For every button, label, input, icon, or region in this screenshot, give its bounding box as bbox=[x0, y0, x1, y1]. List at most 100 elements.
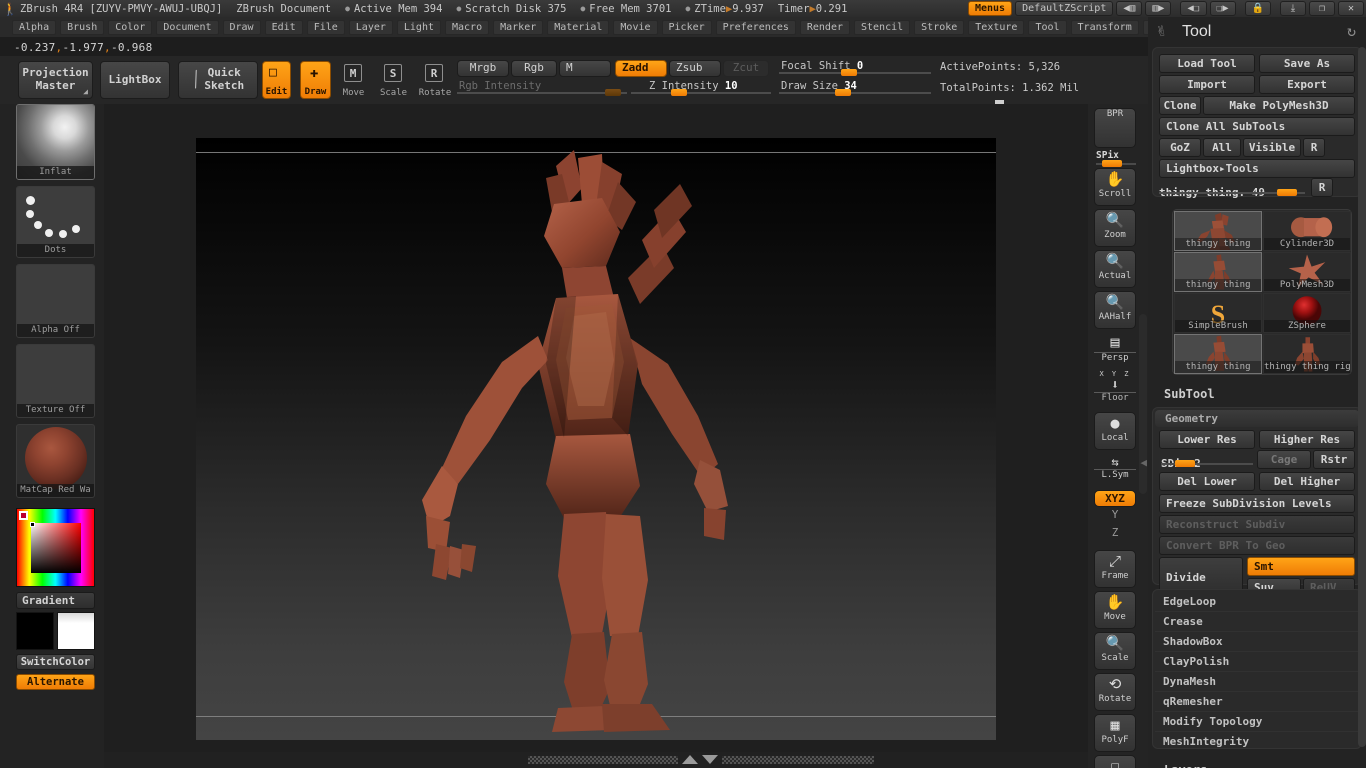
menu-item-tool[interactable]: Tool bbox=[1028, 19, 1067, 35]
zoom-button[interactable]: 🔍 Zoom bbox=[1094, 209, 1136, 247]
convert-bpr-to-geo-button[interactable]: Convert BPR To Geo bbox=[1159, 536, 1355, 555]
geometry-op-row[interactable]: qRemesher bbox=[1155, 691, 1359, 711]
geometry-op-row[interactable]: MeshIntegrity bbox=[1155, 731, 1359, 751]
zcut-button[interactable]: Zcut bbox=[723, 60, 769, 77]
vstrip-collapse-icon[interactable]: ◀ bbox=[1140, 456, 1147, 469]
menu-item-light[interactable]: Light bbox=[396, 19, 441, 35]
color-picker-marker[interactable] bbox=[19, 511, 28, 520]
menus-button[interactable]: Menus bbox=[967, 1, 1013, 16]
load-tool-button[interactable]: Load Tool bbox=[1159, 54, 1255, 73]
clone-button[interactable]: Clone bbox=[1159, 96, 1201, 115]
canvas-viewport[interactable] bbox=[196, 138, 996, 740]
primary-color-swatch[interactable] bbox=[16, 612, 54, 650]
rgb-intensity-slider[interactable]: Rgb Intensity bbox=[457, 80, 627, 96]
gizmo-move-button[interactable]: ✋ Move bbox=[1094, 591, 1136, 629]
alternate-button[interactable]: Alternate bbox=[16, 674, 95, 690]
geometry-op-row[interactable]: Modify Topology bbox=[1155, 711, 1359, 731]
scroll-up-arrow-icon[interactable] bbox=[682, 755, 698, 764]
del-lower-button[interactable]: Del Lower bbox=[1159, 472, 1255, 491]
reconstruct-subdiv-button[interactable]: Reconstruct Subdiv bbox=[1159, 515, 1355, 534]
import-button[interactable]: Import bbox=[1159, 75, 1255, 94]
restore-icon[interactable]: ❐ bbox=[1309, 1, 1335, 16]
zadd-button[interactable]: Zadd bbox=[615, 60, 667, 77]
document-scrollbar[interactable] bbox=[104, 752, 1088, 768]
material-swatch[interactable]: MatCap Red Wa bbox=[16, 424, 95, 498]
goz-r-button[interactable]: R bbox=[1303, 138, 1325, 157]
color-picker[interactable] bbox=[16, 508, 95, 587]
z-intensity-knob[interactable] bbox=[671, 89, 687, 96]
tool-thumbnail[interactable]: thingy thing bbox=[1174, 252, 1262, 292]
higher-res-button[interactable]: Higher Res bbox=[1259, 430, 1355, 449]
menu-item-edit[interactable]: Edit bbox=[264, 19, 303, 35]
menu-item-stroke[interactable]: Stroke bbox=[914, 19, 965, 35]
zscript-button[interactable]: DefaultZScript bbox=[1015, 1, 1114, 16]
menu-item-stencil[interactable]: Stencil bbox=[854, 19, 911, 35]
lower-res-button[interactable]: Lower Res bbox=[1159, 430, 1255, 449]
geometry-op-row[interactable]: ClayPolish bbox=[1155, 651, 1359, 671]
current-tool-knob[interactable] bbox=[1277, 189, 1297, 196]
persp-button[interactable]: ▤ Persp bbox=[1094, 332, 1136, 368]
quick-sketch-button[interactable]: ╱ Quick Sketch bbox=[178, 61, 258, 99]
geometry-op-row[interactable]: Crease bbox=[1155, 611, 1359, 631]
make-polymesh3d-button[interactable]: Make PolyMesh3D bbox=[1203, 96, 1355, 115]
brush-swatch[interactable]: Inflat bbox=[16, 104, 95, 180]
alpha-swatch[interactable]: Alpha Off bbox=[16, 264, 95, 338]
edit-mode-button[interactable]: □ Edit bbox=[262, 61, 291, 99]
geometry-header[interactable]: Geometry bbox=[1155, 410, 1359, 427]
draw-mode-button[interactable]: ✚ Draw bbox=[300, 61, 331, 99]
color-picker-dot[interactable] bbox=[30, 522, 35, 527]
menu-item-brush[interactable]: Brush bbox=[60, 19, 105, 35]
lightbox-button[interactable]: LightBox bbox=[100, 61, 170, 99]
geometry-op-row[interactable]: DynaMesh bbox=[1155, 671, 1359, 691]
tool-thumbnail[interactable]: thingy thing bbox=[1174, 211, 1262, 251]
polyframe-button[interactable]: ▦ PolyF bbox=[1094, 714, 1136, 752]
projection-master-button[interactable]: Projection Master ◢ bbox=[18, 61, 93, 99]
tool-thumbnail[interactable]: thingy thing rig bbox=[1263, 334, 1351, 374]
scroll-down-arrow-icon[interactable] bbox=[702, 755, 718, 764]
lock-icon[interactable]: 🔒 bbox=[1244, 1, 1271, 16]
secondary-color-swatch[interactable] bbox=[57, 612, 95, 650]
freeze-subdivision-levels-button[interactable]: Freeze SubDivision Levels bbox=[1159, 494, 1355, 513]
actual-button[interactable]: 🔍 Actual bbox=[1094, 250, 1136, 288]
focal-shift-slider[interactable]: Focal Shift 0 bbox=[779, 60, 931, 76]
next-tray-icon[interactable]: ▥▶ bbox=[1145, 1, 1172, 16]
smt-button[interactable]: Smt bbox=[1247, 557, 1355, 576]
gizmo-scale-button[interactable]: 🔍 Scale bbox=[1094, 632, 1136, 670]
menu-item-macro[interactable]: Macro bbox=[445, 19, 490, 35]
visible-button[interactable]: Visible bbox=[1243, 138, 1301, 157]
z-intensity-slider[interactable]: Z Intensity 10 bbox=[631, 80, 771, 96]
menu-item-preferences[interactable]: Preferences bbox=[715, 19, 796, 35]
lsym-button[interactable]: ⇆ L.Sym bbox=[1094, 456, 1136, 486]
clone-all-subtools-button[interactable]: Clone All SubTools bbox=[1159, 117, 1355, 136]
scroll-track-right[interactable] bbox=[722, 756, 874, 764]
goz-button[interactable]: GoZ bbox=[1159, 138, 1201, 157]
rgb-button[interactable]: Rgb bbox=[511, 60, 557, 77]
layers-header[interactable]: Layers bbox=[1164, 763, 1207, 768]
menu-item-document[interactable]: Document bbox=[156, 19, 219, 35]
texture-swatch[interactable]: Texture Off bbox=[16, 344, 95, 418]
menu-item-picker[interactable]: Picker bbox=[661, 19, 712, 35]
tool-panel-scrollbar[interactable] bbox=[1358, 47, 1366, 747]
aahalf-button[interactable]: 🔍 AAHalf bbox=[1094, 291, 1136, 329]
gizmo-rotate-button[interactable]: ⟲ Rotate bbox=[1094, 673, 1136, 711]
sdiv-slider[interactable]: SDiv 2 bbox=[1161, 452, 1253, 470]
refresh-icon[interactable]: ↻ bbox=[1347, 22, 1356, 40]
cage-button[interactable]: Cage bbox=[1257, 450, 1311, 469]
zsub-button[interactable]: Zsub bbox=[669, 60, 721, 77]
rstr-button[interactable]: Rstr bbox=[1313, 450, 1355, 469]
menu-item-alpha[interactable]: Alpha bbox=[12, 19, 57, 35]
subtool-header[interactable]: SubTool bbox=[1164, 387, 1215, 401]
xyz-button[interactable]: XYZ bbox=[1094, 490, 1136, 507]
menu-item-layer[interactable]: Layer bbox=[348, 19, 393, 35]
local-button[interactable]: ● Local bbox=[1094, 412, 1136, 450]
stroke-swatch[interactable]: Dots bbox=[16, 186, 95, 258]
color-picker-field[interactable] bbox=[31, 523, 81, 573]
menu-item-texture[interactable]: Texture bbox=[968, 19, 1025, 35]
rotate-y-button[interactable]: Y bbox=[1094, 509, 1136, 526]
tool-thumbnail[interactable]: Cylinder3D bbox=[1263, 211, 1351, 251]
spix-knob[interactable] bbox=[1102, 160, 1122, 167]
switch-color-button[interactable]: SwitchColor bbox=[16, 654, 95, 670]
prev-tray-icon[interactable]: ◀▥ bbox=[1116, 1, 1143, 16]
menu-item-draw[interactable]: Draw bbox=[222, 19, 261, 35]
move-mode-button[interactable]: M Move bbox=[338, 61, 369, 99]
